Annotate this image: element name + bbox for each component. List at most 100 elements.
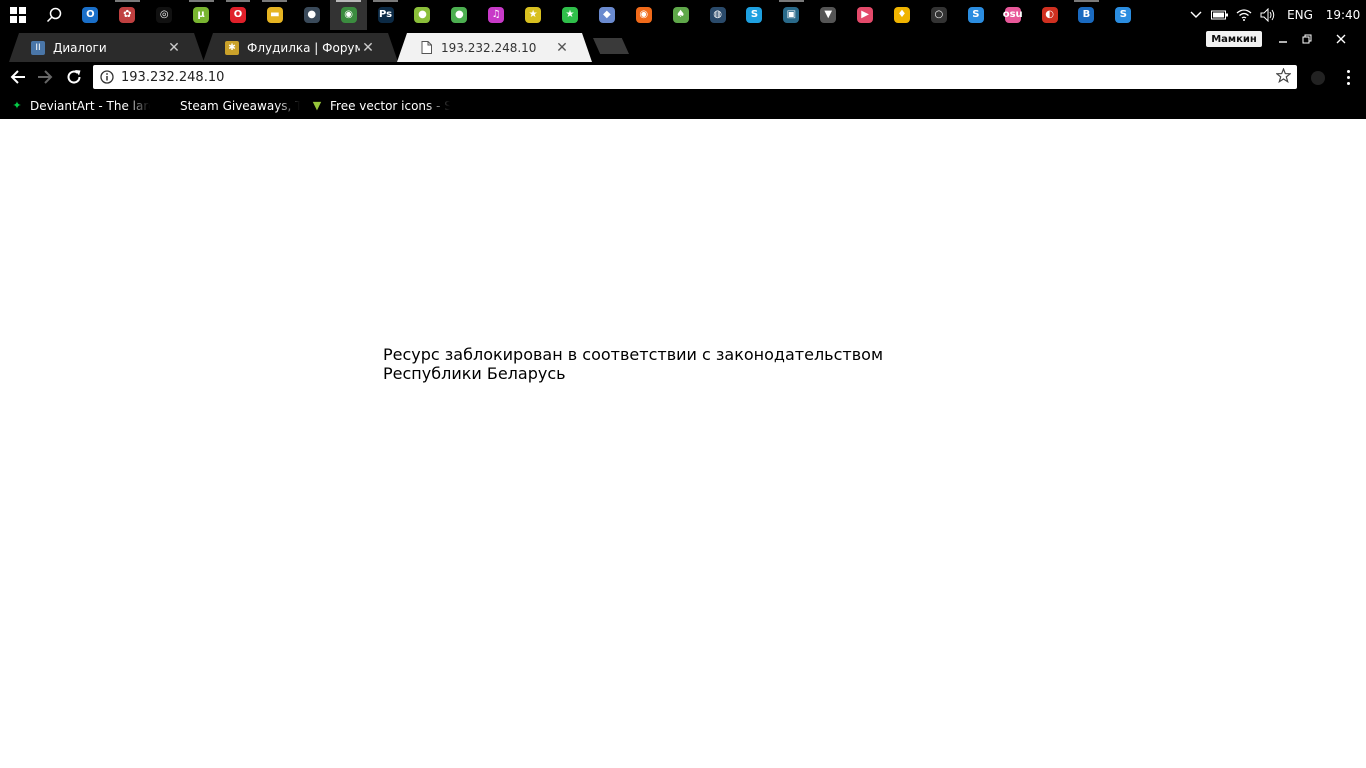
taskbar-app-button[interactable]: S [957,0,994,30]
browser-tab[interactable]: ✱ Флудилка | Форум Mipe ✕ [203,33,398,62]
flaticon-icon: ▼ [312,99,322,112]
wifi-tray-button[interactable] [1232,0,1256,30]
battery-icon [1211,10,1228,20]
burn-app-icon: ◐ [1041,7,1058,23]
wifi-icon [1236,9,1252,21]
stylus-app-icon: S [967,7,984,23]
extension-button[interactable] [1311,71,1325,85]
close-window-button[interactable] [1328,30,1354,48]
taskbar-app-button[interactable]: Ps [367,0,404,30]
search-button[interactable] [36,0,72,30]
origin-icon: ◉ [635,7,652,23]
taskbar-app-button[interactable]: ● [404,0,441,30]
file-explorer-icon: ▬ [266,7,283,23]
deviantart-icon: ✦ [12,99,22,112]
taskbar-app-button[interactable]: ● [441,0,478,30]
show-hidden-icons-button[interactable] [1184,0,1208,30]
restore-icon [1302,34,1312,44]
taskbar-app-button[interactable]: ♫ [478,0,515,30]
blender-icon: ○ [930,7,947,23]
chrome-icon: ◉ [340,7,357,23]
restore-button[interactable] [1294,30,1320,48]
leaf-app-icon: ♠ [672,7,689,23]
taskbar-app-button[interactable]: ▼ [810,0,847,30]
close-tab-icon[interactable]: ✕ [360,40,376,56]
tab-title: 193.232.248.10 [441,40,537,55]
volume-tray-button[interactable] [1256,0,1280,30]
system-tray: ENG 19:40 [1184,0,1366,30]
browser-tab-active[interactable]: 193.232.248.10 ✕ [397,33,592,62]
taskbar-app-button[interactable]: S [736,0,773,30]
taskbar-app-button[interactable]: O [72,0,109,30]
info-icon [100,70,114,84]
url-input[interactable] [121,69,1269,85]
steam-giveaways-icon [160,99,174,113]
bookmark-steam-giveaways[interactable]: Steam Giveaways, Trac [160,99,300,113]
taskbar-app-button[interactable]: ▬ [256,0,293,30]
bookmark-label: Free vector icons - SV [330,98,450,113]
blocked-resource-message: Ресурс заблокирован в соответствии с зак… [383,345,884,383]
taskbar-app-button[interactable]: ◍ [699,0,736,30]
taskbar-app-button[interactable]: ♦ [884,0,921,30]
address-bar[interactable] [93,65,1297,89]
taskbar-app-button[interactable]: ♠ [662,0,699,30]
reload-button[interactable] [61,62,87,92]
bookmark-deviantart[interactable]: ✦ DeviantArt - The large [10,99,150,113]
taskbar-app-button[interactable]: ▶ [847,0,884,30]
taskbar-app-button[interactable]: µ [183,0,220,30]
menu-dot-icon [1346,69,1350,73]
close-tab-icon[interactable]: ✕ [554,40,570,56]
bird-app-icon: ◆ [598,7,615,23]
browser-toolbar [0,62,1366,92]
browser-tab[interactable]: II Диалоги ✕ [9,33,204,62]
profile-button[interactable]: Мамкин [1206,31,1262,47]
reload-icon [67,70,81,84]
taskbar-app-button[interactable]: B [1068,0,1105,30]
opera-icon: O [230,7,246,23]
forward-button[interactable] [32,62,58,92]
taskbar-app-button[interactable]: O [220,0,257,30]
speaker-icon [1260,8,1275,22]
taskbar-app-button[interactable]: ✿ [109,0,146,30]
back-button[interactable] [5,62,31,92]
close-tab-icon[interactable]: ✕ [166,40,182,56]
close-icon [1336,34,1346,44]
system-clock[interactable]: 19:40 [1320,8,1366,22]
tab-title: Флудилка | Форум Mipe [247,40,360,55]
menu-dot-icon [1346,81,1350,85]
bookmark-star-button[interactable] [1269,66,1297,87]
minimize-icon [1279,41,1287,43]
taskbar-app-button[interactable]: ★ [552,0,589,30]
taskbar-app-button[interactable]: ● [293,0,330,30]
bookmarks-bar: ✦ DeviantArt - The large Steam Giveaways… [0,92,1366,119]
input-language-indicator[interactable]: ENG [1280,8,1320,22]
taskbar-app-button[interactable]: ◎ [146,0,183,30]
bookmark-flaticon[interactable]: ▼ Free vector icons - SV [310,99,450,113]
document-icon [421,41,432,54]
minimize-button[interactable] [1270,30,1296,48]
start-button[interactable] [0,0,36,30]
taskbar-app-button[interactable]: ★ [515,0,552,30]
taskbar-app-button[interactable]: osu [994,0,1031,30]
taskbar-app-button[interactable]: ○ [920,0,957,30]
taskbar-app-button[interactable]: ▣ [773,0,810,30]
page-content: Ресурс заблокирован в соответствии с зак… [0,119,1366,768]
search-icon [46,7,62,23]
taskbar-app-button[interactable]: ◉ [625,0,662,30]
forward-arrow-icon [38,70,53,84]
brain-icon: ✿ [119,7,136,23]
globe-app-icon: ● [414,7,431,23]
taskbar-app-button[interactable]: ◐ [1031,0,1068,30]
chrome-menu-button[interactable] [1340,62,1356,92]
outlook-icon: O [82,7,99,23]
bookmark-label: Steam Giveaways, Trac [180,98,300,113]
taskbar-app-button[interactable]: ◉ [330,0,368,30]
cyberghost-icon: ● [303,7,320,23]
taskbar-app-button[interactable]: S [1105,0,1142,30]
skype-icon: S [746,7,763,23]
site-info-button[interactable] [93,70,121,84]
chevron-up-icon [1190,11,1202,18]
fl-studio-icon: ♦ [894,7,911,23]
battery-tray-button[interactable] [1208,0,1232,30]
taskbar-app-button[interactable]: ◆ [588,0,625,30]
